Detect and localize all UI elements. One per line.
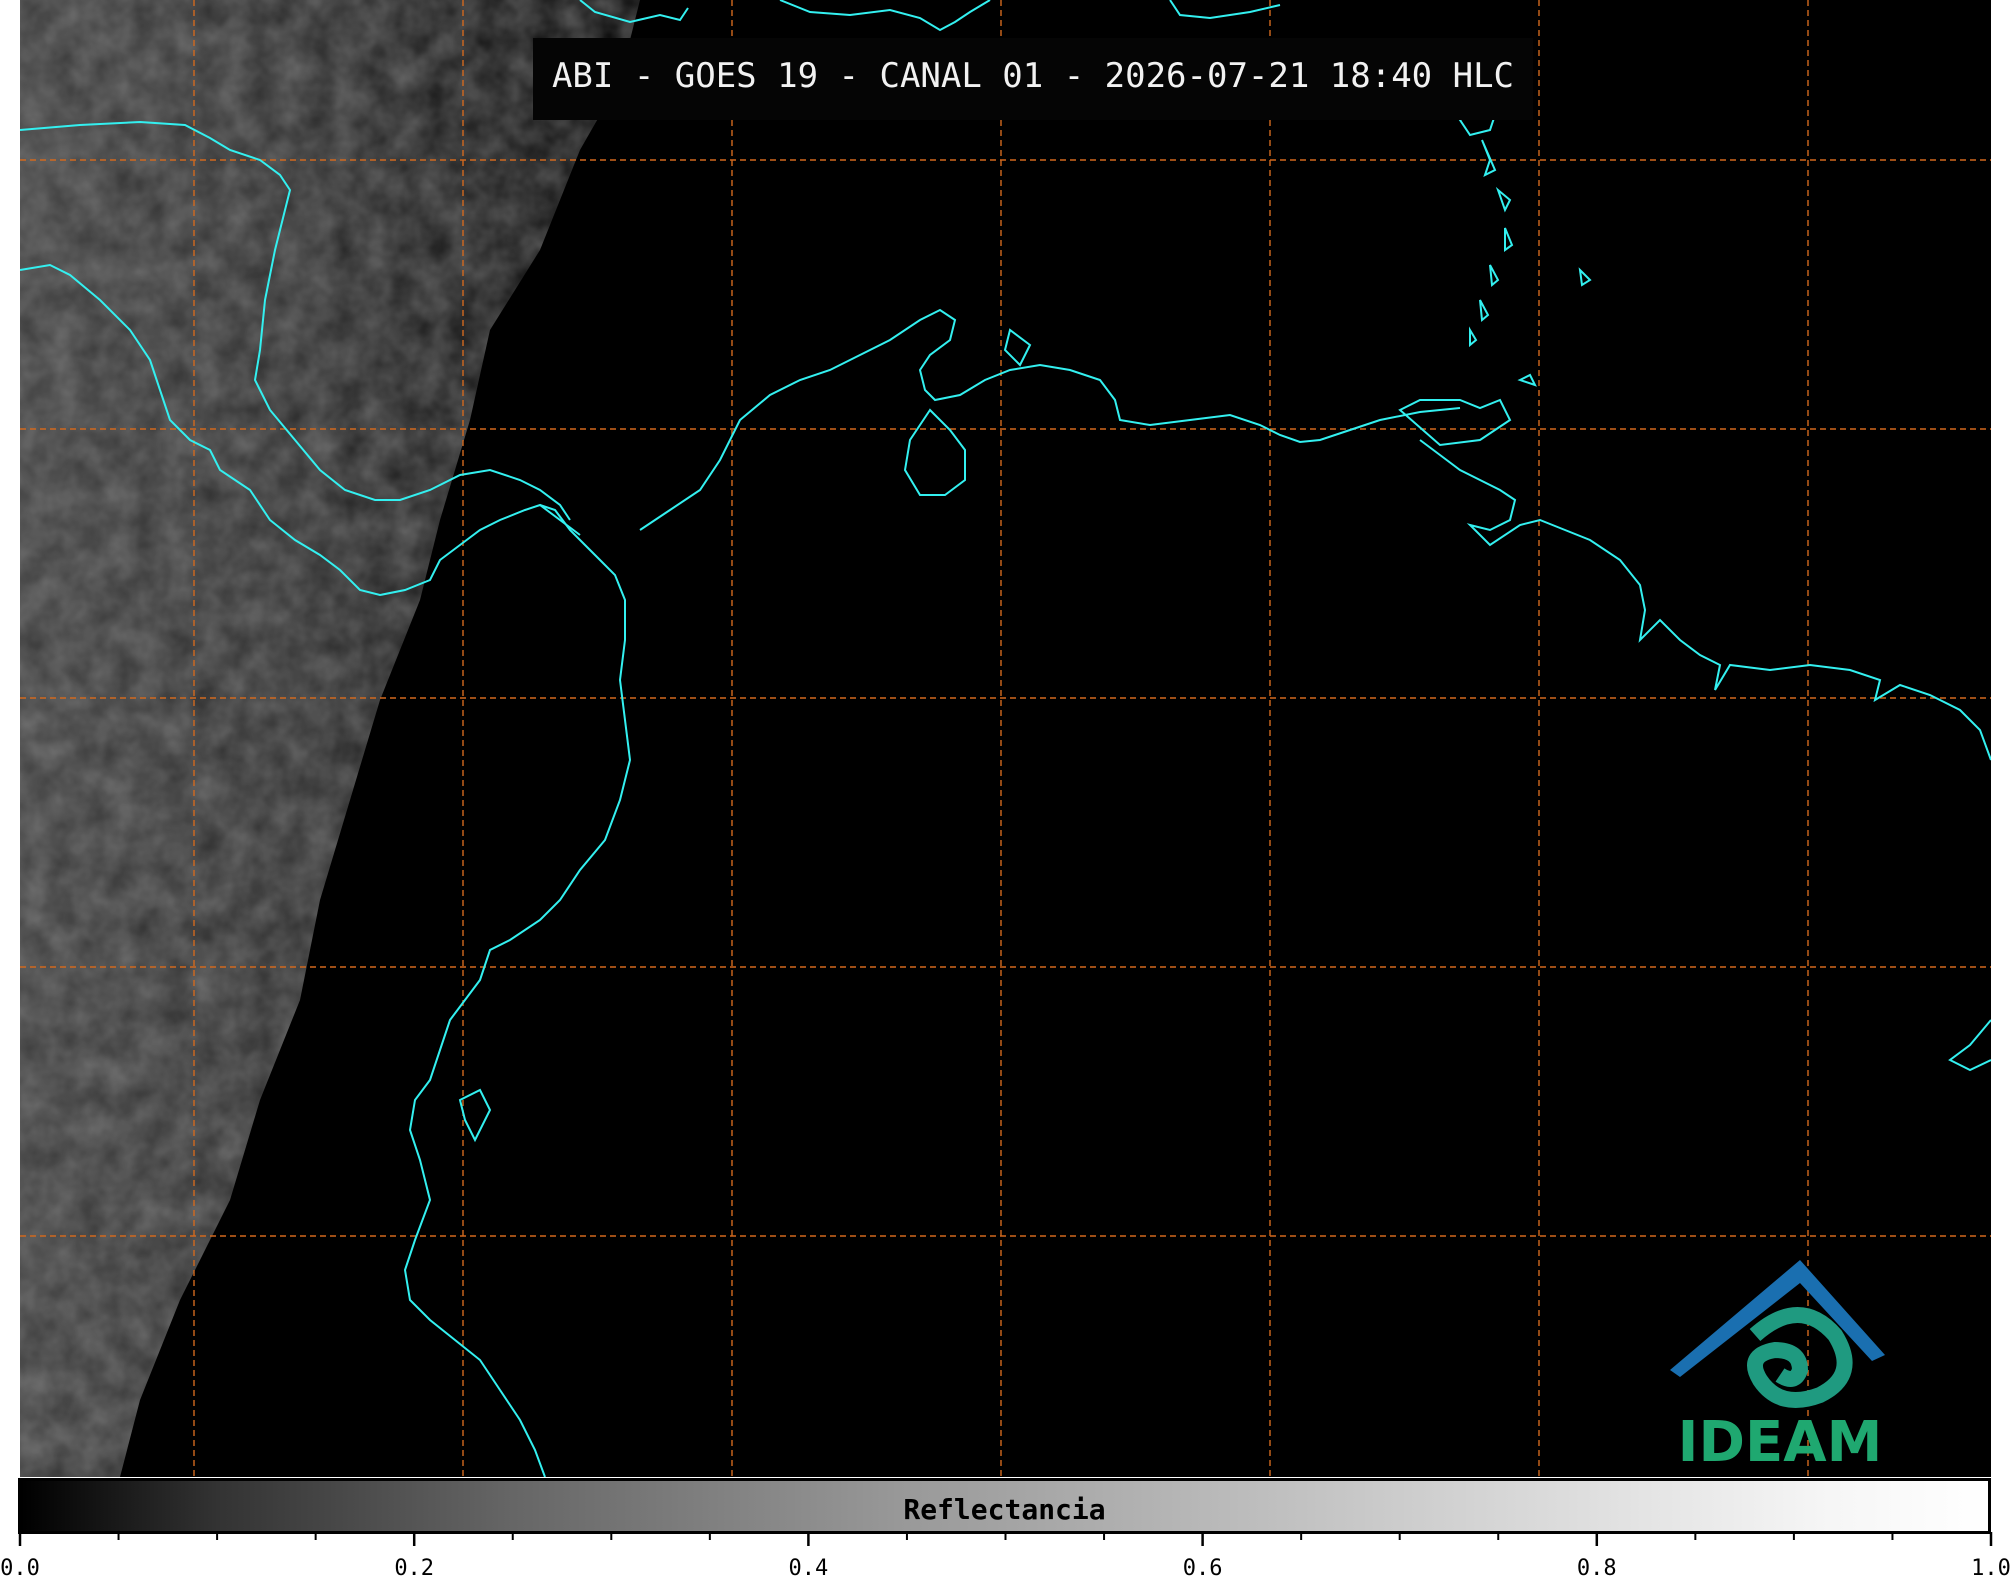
tick-label: 0.4 — [788, 1556, 829, 1581]
tick-label: 0.0 — [0, 1556, 40, 1581]
tick-label: 0.6 — [1182, 1556, 1223, 1581]
tick-label: 0.8 — [1576, 1556, 1617, 1581]
ideam-logo-text: IDEAM — [1677, 1410, 1883, 1475]
cloud-texture — [20, 0, 640, 1477]
colorbar: Reflectancia — [18, 1478, 1991, 1534]
ideam-logo-mark — [1670, 1260, 1885, 1408]
ideam-logo: IDEAM — [1660, 1255, 1900, 1475]
tick-label: 1.0 — [1971, 1556, 2011, 1581]
colorbar-label: Reflectancia — [903, 1493, 1106, 1526]
tick-label: 0.2 — [394, 1556, 435, 1581]
colorbar-ticks — [18, 1532, 1993, 1546]
map-title: ABI - GOES 19 - CANAL 01 - 2026-07-21 18… — [551, 56, 1515, 96]
